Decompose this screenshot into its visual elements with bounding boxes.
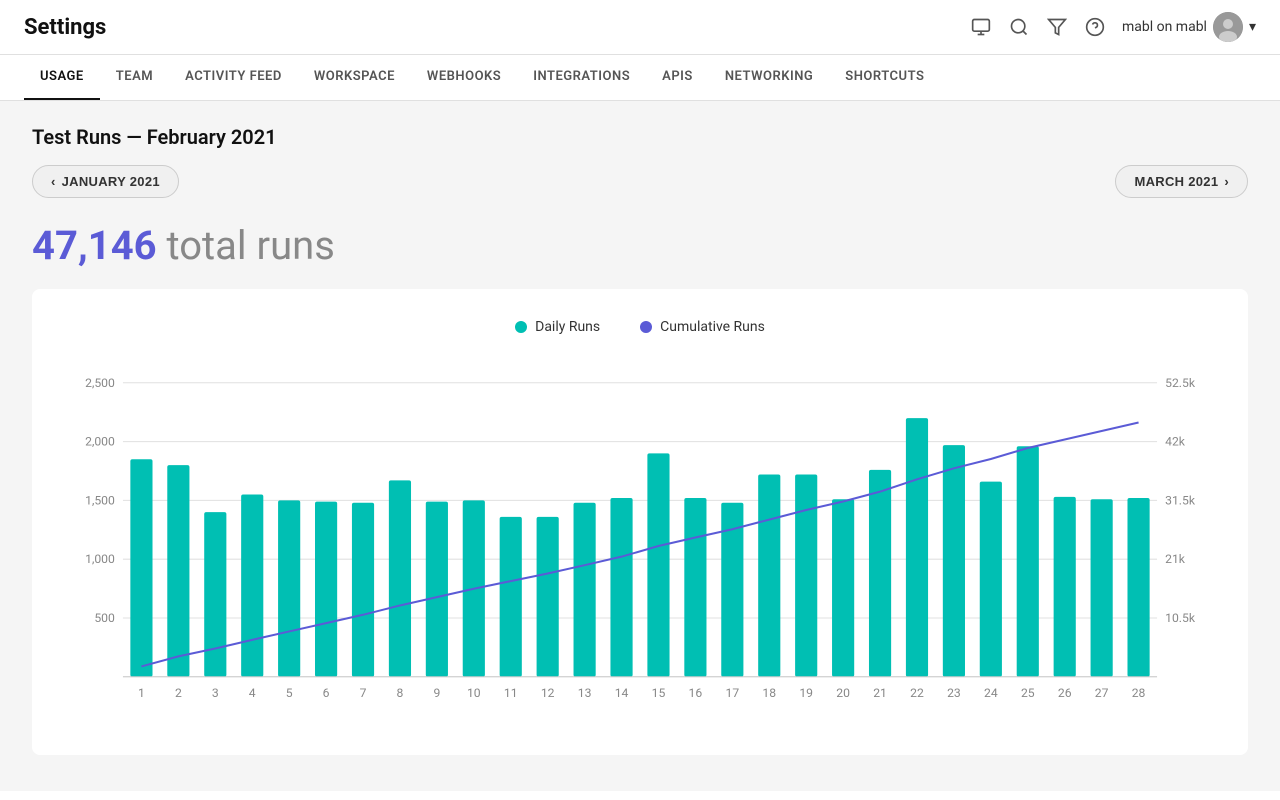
svg-text:10: 10	[467, 686, 481, 700]
daily-runs-label: Daily Runs	[535, 319, 600, 335]
total-runs-number: 47,146	[32, 222, 157, 269]
next-month-button[interactable]: MARCH 2021 ›	[1115, 165, 1248, 198]
svg-text:10.5k: 10.5k	[1165, 611, 1196, 625]
user-label: mabl on mabl	[1122, 19, 1207, 35]
svg-text:12: 12	[541, 686, 555, 700]
svg-text:20: 20	[836, 686, 850, 700]
search-icon[interactable]	[1008, 16, 1030, 38]
svg-text:1,500: 1,500	[85, 493, 115, 507]
svg-text:28: 28	[1132, 686, 1146, 700]
page-title: Test Runs — February 2021	[32, 125, 1248, 149]
chart-legend: Daily Runs Cumulative Runs	[52, 319, 1228, 335]
svg-text:25: 25	[1021, 686, 1035, 700]
chevron-left-icon: ‹	[51, 174, 56, 189]
svg-text:2,500: 2,500	[85, 376, 115, 390]
user-menu[interactable]: mabl on mabl ▾	[1122, 12, 1256, 42]
svg-text:5: 5	[286, 686, 293, 700]
svg-text:1,000: 1,000	[85, 552, 115, 566]
svg-text:23: 23	[947, 686, 961, 700]
help-icon[interactable]	[1084, 16, 1106, 38]
month-navigation: ‹ JANUARY 2021 MARCH 2021 ›	[32, 165, 1248, 198]
cumulative-runs-dot	[640, 321, 652, 333]
app-title: Settings	[24, 15, 106, 40]
svg-text:18: 18	[762, 686, 776, 700]
svg-text:8: 8	[397, 686, 404, 700]
tab-activity-feed[interactable]: ACTIVITY FEED	[169, 55, 298, 100]
svg-text:21: 21	[873, 686, 887, 700]
dropdown-arrow: ▾	[1249, 19, 1256, 35]
svg-text:52.5k: 52.5k	[1165, 376, 1196, 390]
svg-text:4: 4	[249, 686, 256, 700]
svg-text:1: 1	[138, 686, 145, 700]
svg-text:24: 24	[984, 686, 998, 700]
chart-container: Daily Runs Cumulative Runs 2,500 52.5k 2,0…	[32, 289, 1248, 755]
svg-text:31.5k: 31.5k	[1165, 493, 1196, 507]
chart-area: 2,500 52.5k 2,000 42k 1,500 31.5k 1,000 21k 500 1…	[52, 355, 1228, 735]
tab-workspace[interactable]: WORKSPACE	[298, 55, 411, 100]
total-runs-display: 47,146 total runs	[32, 222, 1248, 269]
next-month-label: MARCH 2021	[1134, 174, 1218, 189]
legend-daily: Daily Runs	[515, 319, 600, 335]
svg-text:13: 13	[578, 686, 592, 700]
svg-text:26: 26	[1058, 686, 1072, 700]
tab-integrations[interactable]: INTEGRATIONS	[517, 55, 646, 100]
monitor-icon[interactable]	[970, 16, 992, 38]
tab-networking[interactable]: NETWORKING	[709, 55, 829, 100]
total-runs-label: total runs	[157, 222, 335, 269]
tab-usage[interactable]: USAGE	[24, 55, 100, 100]
tab-shortcuts[interactable]: SHORTCUTS	[829, 55, 940, 100]
svg-text:42k: 42k	[1165, 435, 1186, 449]
svg-text:16: 16	[689, 686, 703, 700]
svg-text:14: 14	[615, 686, 629, 700]
svg-text:27: 27	[1095, 686, 1109, 700]
nav-tabs: USAGE TEAM ACTIVITY FEED WORKSPACE WEBHO…	[0, 55, 1280, 101]
chevron-right-icon: ›	[1224, 174, 1229, 189]
daily-runs-dot	[515, 321, 527, 333]
svg-text:17: 17	[725, 686, 739, 700]
cumulative-runs-label: Cumulative Runs	[660, 319, 765, 335]
tab-team[interactable]: TEAM	[100, 55, 169, 100]
svg-text:9: 9	[433, 686, 440, 700]
filter-icon[interactable]	[1046, 16, 1068, 38]
svg-text:2,000: 2,000	[85, 435, 115, 449]
main-content: Test Runs — February 2021 ‹ JANUARY 2021…	[0, 101, 1280, 791]
svg-text:6: 6	[323, 686, 330, 700]
svg-text:21k: 21k	[1165, 552, 1186, 566]
header-right: mabl on mabl ▾	[970, 12, 1256, 42]
tab-webhooks[interactable]: WEBHOOKS	[411, 55, 517, 100]
svg-text:15: 15	[652, 686, 666, 700]
svg-text:3: 3	[212, 686, 219, 700]
svg-text:19: 19	[799, 686, 813, 700]
tab-apis[interactable]: APIS	[646, 55, 709, 100]
prev-month-button[interactable]: ‹ JANUARY 2021	[32, 165, 179, 198]
top-header: Settings mabl on mabl	[0, 0, 1280, 55]
legend-cumulative: Cumulative Runs	[640, 319, 765, 335]
svg-text:7: 7	[360, 686, 367, 700]
svg-text:500: 500	[94, 611, 115, 625]
prev-month-label: JANUARY 2021	[62, 174, 160, 189]
avatar	[1213, 12, 1243, 42]
chart-svg: 2,500 52.5k 2,000 42k 1,500 31.5k 1,000 21k 500 1…	[52, 355, 1228, 735]
svg-text:2: 2	[175, 686, 182, 700]
svg-text:11: 11	[504, 686, 518, 700]
svg-text:22: 22	[910, 686, 924, 700]
